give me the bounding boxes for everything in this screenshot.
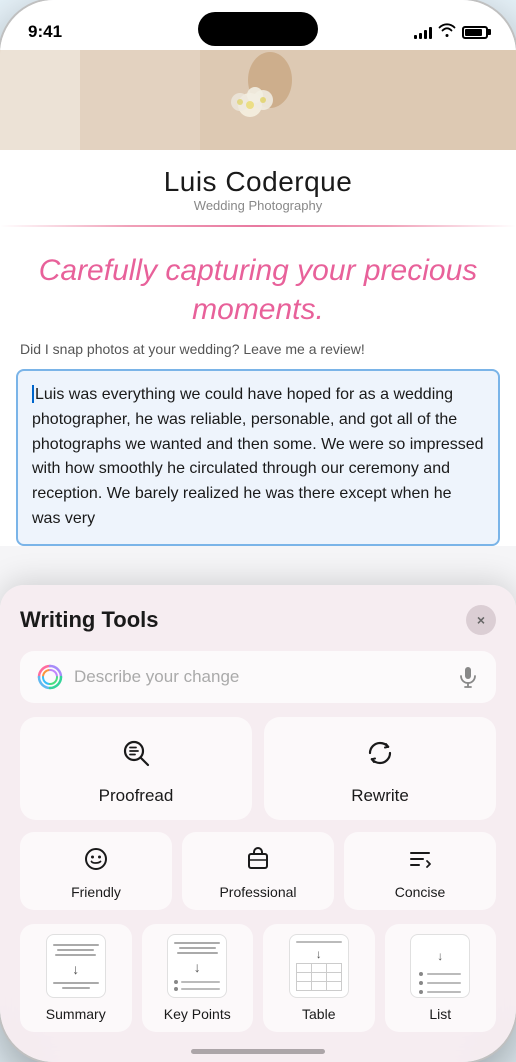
phone-frame: 9:41 <box>0 0 516 1062</box>
concise-label: Concise <box>395 884 446 900</box>
microphone-icon <box>456 665 480 689</box>
key-points-icon: ↓ <box>167 934 227 998</box>
table-icon: ↓ <box>289 934 349 998</box>
dynamic-island <box>198 12 318 46</box>
writing-tools-title: Writing Tools <box>20 607 159 633</box>
review-prompt: Did I snap photos at your wedding? Leave… <box>0 341 516 369</box>
signal-icon <box>414 25 432 39</box>
close-button[interactable]: × <box>466 605 496 635</box>
site-divider <box>0 225 516 227</box>
proofread-label: Proofread <box>99 786 174 806</box>
table-button[interactable]: ↓ Table <box>263 924 375 1032</box>
status-icons <box>414 23 488 42</box>
list-icon: ↓ <box>410 934 470 998</box>
review-textarea[interactable]: Luis was everything we could have hoped … <box>16 369 500 546</box>
list-label: List <box>429 1006 451 1022</box>
key-points-label: Key Points <box>164 1006 231 1022</box>
tone-tools-row: Friendly Professional <box>20 832 496 910</box>
battery-icon <box>462 26 488 39</box>
review-text: Luis was everything we could have hoped … <box>32 386 484 527</box>
website-content: Luis Coderque Wedding Photography Carefu… <box>0 50 516 546</box>
rewrite-button[interactable]: Rewrite <box>264 717 496 820</box>
concise-icon <box>407 846 433 878</box>
friendly-button[interactable]: Friendly <box>20 832 172 910</box>
friendly-icon <box>83 846 109 878</box>
describe-input-container[interactable]: Describe your change <box>20 651 496 703</box>
key-points-button[interactable]: ↓ Key Points <box>142 924 254 1032</box>
professional-button[interactable]: Professional <box>182 832 334 910</box>
proofread-icon <box>120 737 152 776</box>
professional-label: Professional <box>219 884 296 900</box>
site-name: Luis Coderque <box>20 166 496 198</box>
writing-tools-header: Writing Tools × <box>20 605 496 635</box>
summary-button[interactable]: ↓ Summary <box>20 924 132 1032</box>
status-time: 9:41 <box>28 22 62 42</box>
summary-label: Summary <box>46 1006 106 1022</box>
rewrite-label: Rewrite <box>351 786 409 806</box>
text-cursor <box>32 385 34 403</box>
main-tools-row: Proofread Rewrite <box>20 717 496 820</box>
apple-intelligence-icon <box>36 663 64 691</box>
wifi-icon <box>438 23 456 42</box>
rewrite-icon <box>364 737 396 776</box>
proofread-button[interactable]: Proofread <box>20 717 252 820</box>
writing-tools-panel: Writing Tools × Describe your change <box>0 585 516 1062</box>
summary-icon: ↓ <box>46 934 106 998</box>
site-subtitle: Wedding Photography <box>20 198 496 213</box>
table-label: Table <box>302 1006 335 1022</box>
concise-button[interactable]: Concise <box>344 832 496 910</box>
format-tools-row: ↓ Summary ↓ <box>20 924 496 1032</box>
list-button[interactable]: ↓ List <box>385 924 497 1032</box>
site-headline: Carefully capturing your precious moment… <box>0 235 516 341</box>
home-indicator <box>191 1049 325 1054</box>
describe-placeholder: Describe your change <box>74 667 446 687</box>
site-header: Luis Coderque Wedding Photography <box>0 150 516 217</box>
professional-icon <box>245 846 271 878</box>
wedding-hero-image <box>0 50 516 150</box>
friendly-label: Friendly <box>71 884 121 900</box>
